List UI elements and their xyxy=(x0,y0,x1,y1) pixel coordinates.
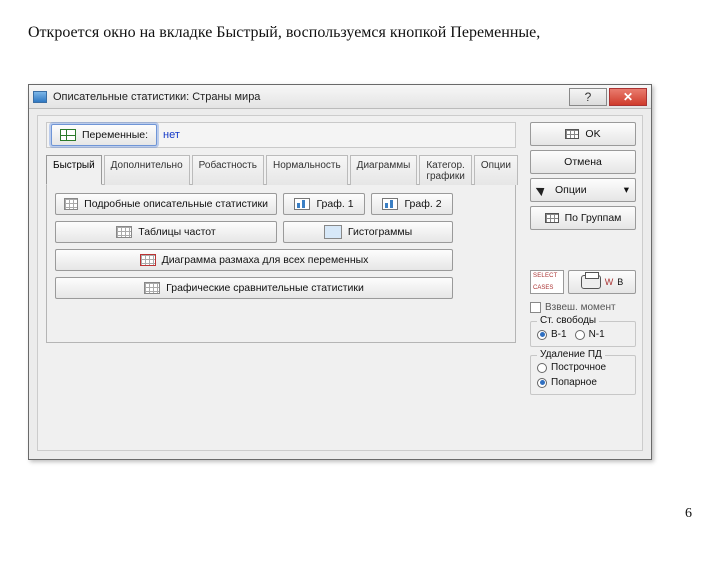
grid-icon xyxy=(565,129,579,139)
spreadsheet-icon xyxy=(60,129,76,141)
md-casewise-label: Построчное xyxy=(551,362,606,373)
tab-robust[interactable]: Робастность xyxy=(192,155,264,185)
ok-button[interactable]: OK xyxy=(530,122,636,146)
tab-quick[interactable]: Быстрый xyxy=(46,155,102,185)
df-n1-radio[interactable]: N-1 xyxy=(575,329,605,340)
page-number: 6 xyxy=(685,506,692,522)
df-b1-label: В-1 xyxy=(551,329,567,340)
bar-chart-icon xyxy=(294,198,310,210)
graph1-button[interactable]: Граф. 1 xyxy=(283,193,365,215)
tab-advanced[interactable]: Дополнительно xyxy=(104,155,190,185)
variables-group: Переменные: нет xyxy=(46,122,516,148)
compare-stats-button[interactable]: Графические сравнительные статистики xyxy=(55,277,453,299)
tab-options[interactable]: Опции xyxy=(474,155,518,185)
select-print-row: W В xyxy=(530,270,636,294)
freq-tables-label: Таблицы частот xyxy=(138,226,215,238)
badge-b: В xyxy=(617,277,623,287)
variables-button-label: Переменные: xyxy=(82,129,148,141)
df-group: Ст. свободы В-1 N-1 xyxy=(530,321,636,347)
close-button[interactable]: ✕ xyxy=(609,88,647,106)
grid-icon xyxy=(64,198,78,210)
dropdown-icon: ▾ xyxy=(624,184,629,196)
ok-label: OK xyxy=(585,128,600,140)
dialog-body: Переменные: нет Быстрый Дополнительно Ро… xyxy=(37,115,643,451)
weighted-checkbox[interactable]: Взвеш. момент xyxy=(530,302,636,313)
options-button[interactable]: Опции ▾ xyxy=(530,178,636,202)
variables-button[interactable]: Переменные: xyxy=(51,124,157,146)
variables-value: нет xyxy=(163,129,180,141)
histograms-label: Гистограммы xyxy=(348,226,412,238)
graph2-button[interactable]: Граф. 2 xyxy=(371,193,453,215)
radio-icon xyxy=(575,330,585,340)
tab-normality[interactable]: Нормальность xyxy=(266,155,348,185)
boxplot-label: Диаграмма размаха для всех переменных xyxy=(162,254,369,266)
graph2-label: Граф. 2 xyxy=(404,198,441,210)
tab-categ-graphics[interactable]: Категор. графики xyxy=(419,155,472,185)
freq-tables-button[interactable]: Таблицы частот xyxy=(55,221,277,243)
boxplot-button[interactable]: Диаграмма размаха для всех переменных xyxy=(55,249,453,271)
quick-panel: Подробные описательные статистики Граф. … xyxy=(46,185,516,343)
histogram-icon xyxy=(324,225,342,239)
window-title: Описательные статистики: Страны мира xyxy=(53,91,260,103)
grid-icon xyxy=(545,213,559,223)
left-panel: Переменные: нет Быстрый Дополнительно Ро… xyxy=(46,122,516,343)
df-n1-label: N-1 xyxy=(589,329,605,340)
md-legend: Удаление ПД xyxy=(537,349,605,360)
print-button[interactable]: W В xyxy=(568,270,636,294)
titlebar: Описательные статистики: Страны мира ? ✕ xyxy=(29,85,651,109)
caption-text: Откроется окно на вкладке Быстрый, воспо… xyxy=(28,24,692,42)
select-cases-button[interactable] xyxy=(530,270,564,294)
grid-icon xyxy=(140,254,156,266)
tabstrip: Быстрый Дополнительно Робастность Нормал… xyxy=(46,154,516,185)
radio-icon xyxy=(537,330,547,340)
printer-icon xyxy=(581,275,601,289)
grid-icon xyxy=(116,226,132,238)
dialog-window: Описательные статистики: Страны мира ? ✕… xyxy=(28,84,652,460)
cursor-icon xyxy=(537,184,549,196)
bar-chart-icon xyxy=(382,198,398,210)
grid-icon xyxy=(144,282,160,294)
cancel-button[interactable]: Отмена xyxy=(530,150,636,174)
detailed-stats-label: Подробные описательные статистики xyxy=(84,198,268,210)
help-button[interactable]: ? xyxy=(569,88,607,106)
radio-icon xyxy=(537,378,547,388)
options-label: Опции xyxy=(555,184,587,196)
bygroup-button[interactable]: По Группам xyxy=(530,206,636,230)
graph1-label: Граф. 1 xyxy=(316,198,353,210)
histograms-button[interactable]: Гистограммы xyxy=(283,221,453,243)
df-b1-radio[interactable]: В-1 xyxy=(537,329,567,340)
tab-diagrams[interactable]: Диаграммы xyxy=(350,155,418,185)
radio-icon xyxy=(537,363,547,373)
detailed-stats-button[interactable]: Подробные описательные статистики xyxy=(55,193,277,215)
bygroup-label: По Группам xyxy=(565,212,622,224)
df-legend: Ст. свободы xyxy=(537,315,599,326)
app-icon xyxy=(33,91,47,103)
checkbox-icon xyxy=(530,302,541,313)
right-panel: OK Отмена Опции ▾ По Группам W xyxy=(530,122,636,395)
cancel-label: Отмена xyxy=(564,156,602,168)
md-casewise-radio[interactable]: Построчное xyxy=(537,362,629,373)
md-group: Удаление ПД Построчное Попарное xyxy=(530,355,636,395)
weighted-label: Взвеш. момент xyxy=(545,302,616,313)
md-pairwise-label: Попарное xyxy=(551,377,597,388)
md-pairwise-radio[interactable]: Попарное xyxy=(537,377,629,388)
compare-stats-label: Графические сравнительные статистики xyxy=(166,282,364,294)
badge-w: W xyxy=(605,277,614,287)
